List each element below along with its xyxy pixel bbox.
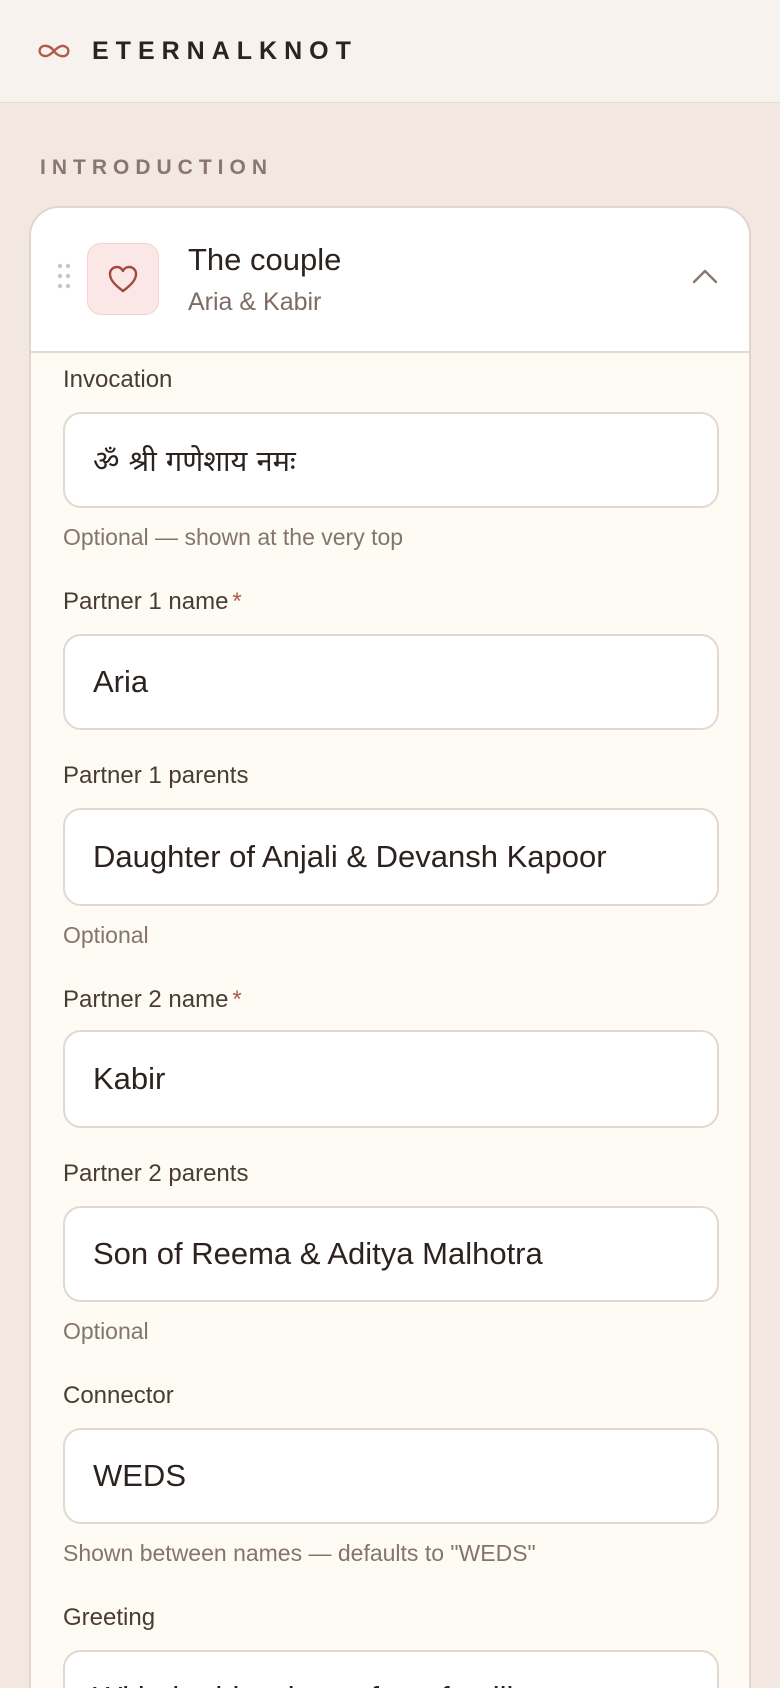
partner1-parents-label: Partner 1 parents (63, 762, 249, 789)
invocation-input[interactable] (63, 412, 719, 508)
infinity-icon (36, 41, 72, 61)
greeting-input[interactable] (63, 1650, 719, 1688)
partner1-name-input[interactable] (63, 634, 719, 730)
connector-help: Shown between names — defaults to "WEDS" (63, 1540, 536, 1566)
partner2-name-label: Partner 2 name * (63, 986, 242, 1014)
brand-name: ETERNALKNOT (92, 36, 358, 65)
required-marker: * (232, 588, 242, 615)
heart-icon (87, 243, 159, 315)
connector-input[interactable] (63, 1428, 719, 1524)
partner1-parents-input[interactable] (63, 808, 719, 906)
partner1-parents-help: Optional (63, 922, 149, 948)
card-subtitle: Aria & Kabir (188, 288, 322, 316)
drag-handle-icon[interactable] (57, 263, 71, 289)
required-marker: * (232, 986, 242, 1013)
greeting-label: Greeting (63, 1604, 156, 1631)
card-header[interactable]: The couple Aria & Kabir (31, 208, 749, 353)
partner2-parents-input[interactable] (63, 1206, 719, 1302)
partner2-parents-help: Optional (63, 1318, 149, 1344)
couple-card: The couple Aria & Kabir Invocation Optio… (29, 206, 751, 1688)
partner1-name-label: Partner 1 name * (63, 588, 242, 616)
invocation-help: Optional — shown at the very top (63, 524, 404, 550)
chevron-up-icon[interactable] (685, 256, 725, 296)
partner1-name-label-text: Partner 1 name (63, 588, 229, 615)
partner2-name-input[interactable] (63, 1030, 719, 1128)
invocation-label: Invocation (63, 366, 173, 393)
partner2-name-label-text: Partner 2 name (63, 986, 229, 1013)
section-label: INTRODUCTION (40, 156, 273, 179)
partner2-parents-label: Partner 2 parents (63, 1160, 249, 1187)
top-bar: ETERNALKNOT (0, 0, 780, 103)
card-title: The couple (188, 242, 342, 277)
connector-label: Connector (63, 1382, 174, 1409)
